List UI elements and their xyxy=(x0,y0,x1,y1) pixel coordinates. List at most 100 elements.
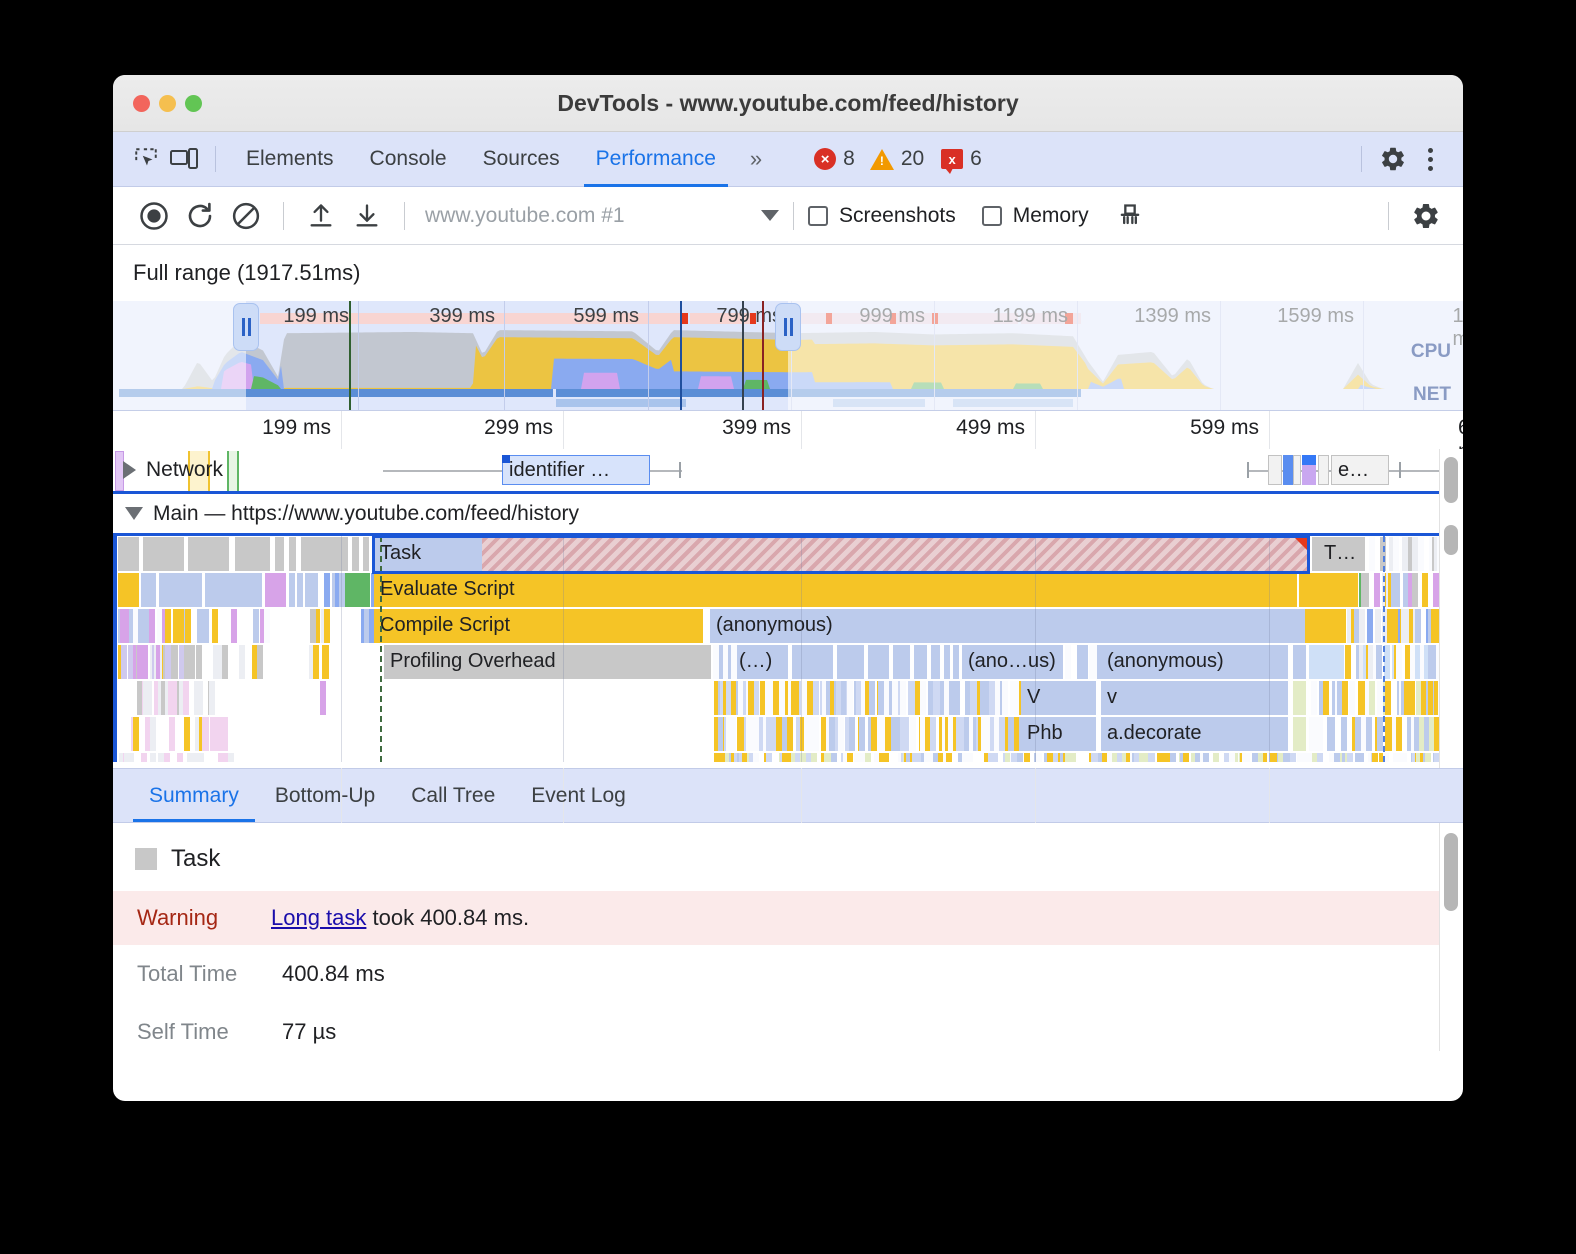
flame-bar-micro[interactable] xyxy=(920,681,926,715)
flame-bar-micro[interactable] xyxy=(1002,681,1008,715)
flame-bar-micro[interactable] xyxy=(1412,573,1418,607)
flame-bar-micro[interactable] xyxy=(967,753,973,762)
error-counter[interactable]: × 8 xyxy=(814,147,855,171)
flame-bar-micro[interactable] xyxy=(713,645,719,679)
flame-bar[interactable] xyxy=(141,573,157,607)
flame-bar-micro[interactable] xyxy=(1375,609,1381,643)
flame-bar-micro[interactable] xyxy=(189,645,195,679)
flame-bar-micro[interactable] xyxy=(787,717,793,751)
flame-bar-micro[interactable] xyxy=(1329,717,1335,751)
flame-bar[interactable] xyxy=(297,573,304,607)
flame-bar[interactable] xyxy=(363,537,370,571)
flame-bar-micro[interactable] xyxy=(149,609,155,643)
flame-bar-micro[interactable] xyxy=(128,753,134,762)
flame-bar-micro[interactable] xyxy=(253,609,259,643)
flame-bar-micro[interactable] xyxy=(212,609,218,643)
flame-bar[interactable] xyxy=(352,537,360,571)
flame-bar[interactable]: Compile Script xyxy=(374,609,704,643)
flame-bar-micro[interactable] xyxy=(1024,753,1030,762)
flame-bar[interactable] xyxy=(143,537,185,571)
flame-bar[interactable] xyxy=(289,573,296,607)
tab-elements[interactable]: Elements xyxy=(228,132,352,187)
flame-bar-micro[interactable] xyxy=(753,753,759,762)
flame-bar[interactable] xyxy=(792,645,834,679)
flame-bar-micro[interactable] xyxy=(1363,573,1369,607)
capture-settings-gear-icon[interactable] xyxy=(1403,193,1449,239)
flame-bar-micro[interactable] xyxy=(847,753,853,762)
flame-bar-micro[interactable] xyxy=(1396,717,1402,751)
flame-bar[interactable] xyxy=(1293,717,1307,751)
flame-bar-micro[interactable] xyxy=(930,717,936,751)
flame-bar-micro[interactable] xyxy=(1376,645,1382,679)
flame-bar-micro[interactable] xyxy=(910,717,916,751)
flame-bar[interactable] xyxy=(944,645,951,679)
main-track-header[interactable]: Main — https://www.youtube.com/feed/hist… xyxy=(113,494,1463,536)
flame-bar[interactable]: a.decorate xyxy=(1101,717,1289,751)
timeline-overview[interactable]: 199 ms399 ms599 ms799 ms999 ms1199 ms139… xyxy=(113,301,1463,411)
flame-bar-micro[interactable] xyxy=(183,681,189,715)
flame-bar-micro[interactable] xyxy=(903,717,909,751)
flame-bar-micro[interactable] xyxy=(264,609,270,643)
flame-bar-micro[interactable] xyxy=(900,681,906,715)
flame-bar-micro[interactable] xyxy=(1341,717,1347,751)
flame-bar[interactable] xyxy=(1293,645,1307,679)
flame-bar[interactable]: Profiling Overhead xyxy=(384,645,712,679)
gear-icon[interactable] xyxy=(1374,142,1412,176)
flame-bar-micro[interactable] xyxy=(1369,681,1375,715)
flame-bar[interactable] xyxy=(1299,573,1359,607)
flame-bar-micro[interactable] xyxy=(141,753,147,762)
flame-bar-micro[interactable] xyxy=(1317,753,1323,762)
screenshots-checkbox[interactable]: Screenshots xyxy=(808,204,956,228)
network-segment-c[interactable] xyxy=(1318,455,1329,485)
flame-bar-micro[interactable] xyxy=(165,609,171,643)
flame-bar-micro[interactable] xyxy=(1036,753,1042,762)
flame-bar-micro[interactable] xyxy=(1065,645,1071,679)
timeline-ruler[interactable]: 199 ms299 ms399 ms499 ms599 ms699 ms xyxy=(113,411,1463,449)
flame-bar[interactable] xyxy=(188,537,230,571)
flame-bar-micro[interactable] xyxy=(1372,753,1378,762)
flame-bar[interactable] xyxy=(868,645,890,679)
network-request-block-2[interactable] xyxy=(227,451,239,491)
flame-bar-micro[interactable] xyxy=(1401,753,1407,762)
record-icon[interactable] xyxy=(131,193,177,239)
flame-bar-micro[interactable] xyxy=(150,753,156,762)
flame-bar-micro[interactable] xyxy=(954,681,960,715)
flame-bar[interactable] xyxy=(235,537,271,571)
flame-bar[interactable]: V xyxy=(1021,681,1097,715)
flame-bar-micro[interactable] xyxy=(185,609,191,643)
flame-bar-micro[interactable] xyxy=(209,681,215,715)
flame-bar-micro[interactable] xyxy=(1342,681,1348,715)
flame-bar-micro[interactable] xyxy=(1149,753,1155,762)
flame-bar-micro[interactable] xyxy=(239,645,245,679)
flame-bar-micro[interactable] xyxy=(730,717,736,751)
expanded-triangle-icon[interactable] xyxy=(125,507,143,520)
issues-counter[interactable]: x 6 xyxy=(941,147,982,171)
device-toolbar-icon[interactable] xyxy=(165,142,203,176)
flame-bar[interactable] xyxy=(265,573,287,607)
flame-bar-micro[interactable] xyxy=(257,645,263,679)
flame-bar[interactable]: (anonymous) xyxy=(1101,645,1289,679)
flame-bar-micro[interactable] xyxy=(838,717,844,751)
flame-bar-micro[interactable] xyxy=(1385,681,1391,715)
flame-bar-micro[interactable] xyxy=(847,681,853,715)
flame-bar-micro[interactable] xyxy=(1418,537,1424,571)
flame-bar-micro[interactable] xyxy=(1183,753,1189,762)
flame-bar[interactable] xyxy=(118,537,140,571)
flame-bar-micro[interactable] xyxy=(1082,645,1088,679)
flame-bar-micro[interactable] xyxy=(150,717,156,751)
flame-bar-micro[interactable] xyxy=(222,717,228,751)
flame-bar-micro[interactable] xyxy=(1349,681,1355,715)
clear-icon[interactable] xyxy=(223,193,269,239)
flame-bar[interactable] xyxy=(305,573,319,607)
flame-bar[interactable] xyxy=(914,645,928,679)
flame-bar-micro[interactable] xyxy=(1070,753,1076,762)
flame-bar[interactable]: Task xyxy=(374,537,482,571)
network-segment-blue[interactable] xyxy=(1283,455,1293,485)
network-track[interactable]: Network identifier … e… xyxy=(113,449,1463,494)
flame-bar-micro[interactable] xyxy=(324,609,330,643)
tab-call-tree[interactable]: Call Tree xyxy=(393,769,513,822)
warning-counter[interactable]: 20 xyxy=(870,147,924,171)
flame-bar-micro[interactable] xyxy=(865,753,871,762)
flame-bar[interactable] xyxy=(931,645,941,679)
flame-bar-micro[interactable] xyxy=(1369,537,1375,571)
